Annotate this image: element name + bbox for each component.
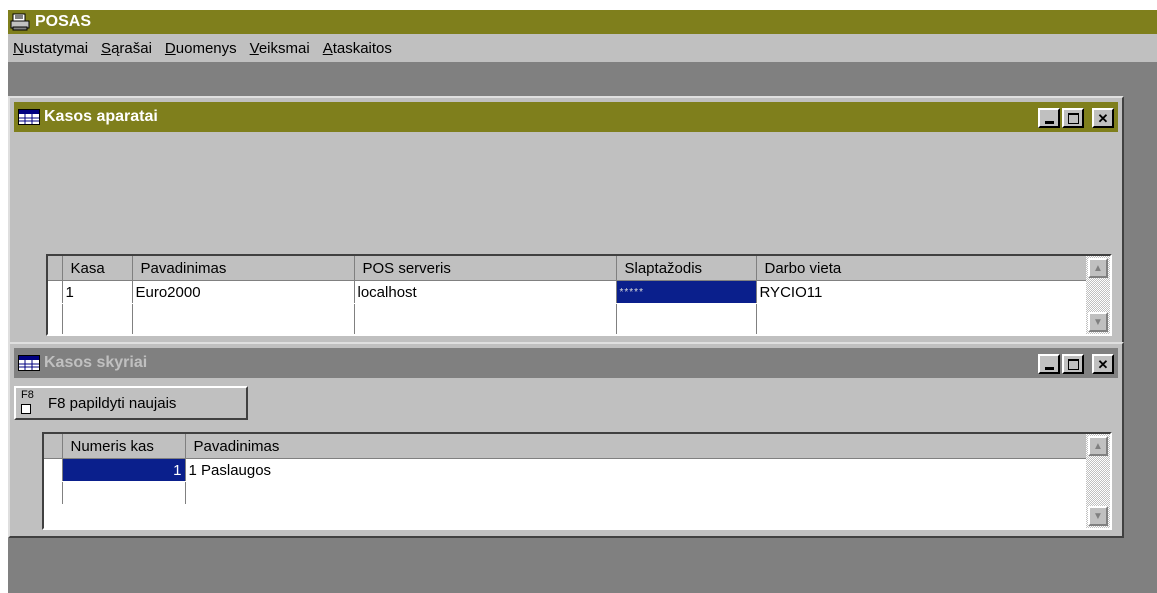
close-icon: ✕ xyxy=(1097,110,1109,126)
scroll-down-button[interactable]: ▼ xyxy=(1088,506,1108,526)
close-button[interactable]: ✕ xyxy=(1092,354,1114,374)
menu-label: ustatymai xyxy=(23,39,89,57)
scroll-up-button[interactable]: ▲ xyxy=(1088,258,1108,278)
table-header-row: Kasa Pavadinimas POS serveris Slaptažodi… xyxy=(48,256,1089,281)
menu-accel: A xyxy=(322,39,333,57)
row-indicator-header xyxy=(44,434,63,459)
table-row[interactable]: 1 Euro2000 localhost ***** RYCIO11 xyxy=(48,280,1089,304)
f8-icon-label: F8 xyxy=(21,389,34,401)
cell-pavadinimas[interactable]: 1 Paslaugos xyxy=(185,458,1089,482)
maximize-button[interactable] xyxy=(1062,354,1084,374)
menu-accel: S xyxy=(101,39,112,57)
window-controls: ✕ xyxy=(1038,354,1114,374)
app-window: POSAS Nustatymai Sąrašai Duomenys Veiksm… xyxy=(8,10,1157,593)
add-new-button[interactable]: F8 F8 papildyti naujais xyxy=(14,386,248,420)
new-record-icon xyxy=(21,404,31,414)
scroll-up-button[interactable]: ▲ xyxy=(1088,436,1108,456)
maximize-button[interactable] xyxy=(1062,108,1084,128)
row-indicator xyxy=(44,458,63,482)
column-header-slaptazodis[interactable]: Slaptažodis xyxy=(616,256,757,281)
mdi-workspace: Kasos aparatai ✕ Kasa Pavadinimas POS se… xyxy=(8,62,1157,593)
table-row-empty xyxy=(48,303,1089,326)
window-controls: ✕ xyxy=(1038,108,1114,128)
menu-accel: D xyxy=(164,39,176,57)
cell-slaptazodis[interactable]: ***** xyxy=(616,280,757,304)
menu-ataskaitos[interactable]: Ataskaitos xyxy=(318,40,400,57)
menu-veiksmai[interactable]: Veiksmai xyxy=(245,40,318,57)
minimize-icon xyxy=(1044,366,1054,370)
menu-duomenys[interactable]: Duomenys xyxy=(160,40,245,57)
window-title-bar[interactable]: Kasos aparatai ✕ xyxy=(14,102,1118,132)
table-row-empty xyxy=(48,326,1089,334)
window-title-bar[interactable]: Kasos skyriai ✕ xyxy=(14,348,1118,378)
grid-kasos-skyriai[interactable]: Numeris kas Pavadinimas 1 1 Paslaugos ▲ … xyxy=(42,432,1112,530)
arrow-up-icon: ▲ xyxy=(1093,262,1103,274)
minimize-button[interactable] xyxy=(1038,354,1060,374)
app-title: POSAS xyxy=(35,13,92,30)
row-indicator xyxy=(48,280,63,304)
arrow-down-icon: ▼ xyxy=(1093,510,1103,522)
menu-label: uomenys xyxy=(175,39,237,57)
scroll-down-button[interactable]: ▼ xyxy=(1088,312,1108,332)
table: Numeris kas Pavadinimas 1 1 Paslaugos xyxy=(44,434,1089,504)
arrow-up-icon: ▲ xyxy=(1093,440,1103,452)
table-row-empty xyxy=(44,481,1089,504)
menu-accel: N xyxy=(13,39,24,57)
printer-icon xyxy=(10,13,30,31)
column-header-kasa[interactable]: Kasa xyxy=(62,256,133,281)
menu-label: ąrašai xyxy=(111,39,152,57)
cell-pavadinimas[interactable]: Euro2000 xyxy=(132,280,355,304)
table-grid-icon xyxy=(18,109,40,125)
close-button[interactable]: ✕ xyxy=(1092,108,1114,128)
window-title: Kasos skyriai xyxy=(44,354,148,371)
vertical-scrollbar[interactable]: ▲ ▼ xyxy=(1086,256,1110,334)
column-header-numeris-kas[interactable]: Numeris kas xyxy=(62,434,186,459)
maximize-icon xyxy=(1067,358,1079,370)
app-title-bar[interactable]: POSAS xyxy=(8,10,1157,34)
cell-kasa[interactable]: 1 xyxy=(62,280,133,304)
vertical-scrollbar[interactable]: ▲ ▼ xyxy=(1086,434,1110,528)
add-new-label: F8 papildyti naujais xyxy=(48,394,177,412)
column-header-pavadinimas[interactable]: Pavadinimas xyxy=(185,434,1089,459)
column-header-pavadinimas[interactable]: Pavadinimas xyxy=(132,256,355,281)
table-header-row: Numeris kas Pavadinimas xyxy=(44,434,1089,459)
row-indicator-header xyxy=(48,256,63,281)
window-kasos-aparatai: Kasos aparatai ✕ Kasa Pavadinimas POS se… xyxy=(8,96,1124,344)
table-grid-icon xyxy=(18,355,40,371)
column-header-pos-serveris[interactable]: POS serveris xyxy=(354,256,617,281)
menu-sarasai[interactable]: Sąrašai xyxy=(96,40,160,57)
cell-numeris-kas[interactable]: 1 xyxy=(62,458,186,482)
menu-bar: Nustatymai Sąrašai Duomenys Veiksmai Ata… xyxy=(8,34,1157,62)
table: Kasa Pavadinimas POS serveris Slaptažodi… xyxy=(48,256,1089,334)
window-kasos-skyriai: Kasos skyriai ✕ F8 F8 papildyti naujais … xyxy=(8,342,1124,538)
close-icon: ✕ xyxy=(1097,356,1109,372)
window-title: Kasos aparatai xyxy=(44,108,158,125)
menu-label: taskaitos xyxy=(332,39,392,57)
menu-label: eiksmai xyxy=(258,39,310,57)
minimize-button[interactable] xyxy=(1038,108,1060,128)
arrow-down-icon: ▼ xyxy=(1093,316,1103,328)
minimize-icon xyxy=(1044,120,1054,124)
grid-kasos-aparatai[interactable]: Kasa Pavadinimas POS serveris Slaptažodi… xyxy=(46,254,1112,336)
menu-accel: V xyxy=(249,39,259,57)
column-header-darbo-vieta[interactable]: Darbo vieta xyxy=(756,256,1089,281)
f8-key-icon: F8 xyxy=(19,389,43,417)
cell-pos-serveris[interactable]: localhost xyxy=(354,280,617,304)
maximize-icon xyxy=(1067,112,1079,124)
menu-nustatymai[interactable]: Nustatymai xyxy=(8,40,96,57)
cell-darbo-vieta[interactable]: RYCIO11 xyxy=(756,280,1089,304)
table-row[interactable]: 1 1 Paslaugos xyxy=(44,458,1089,482)
